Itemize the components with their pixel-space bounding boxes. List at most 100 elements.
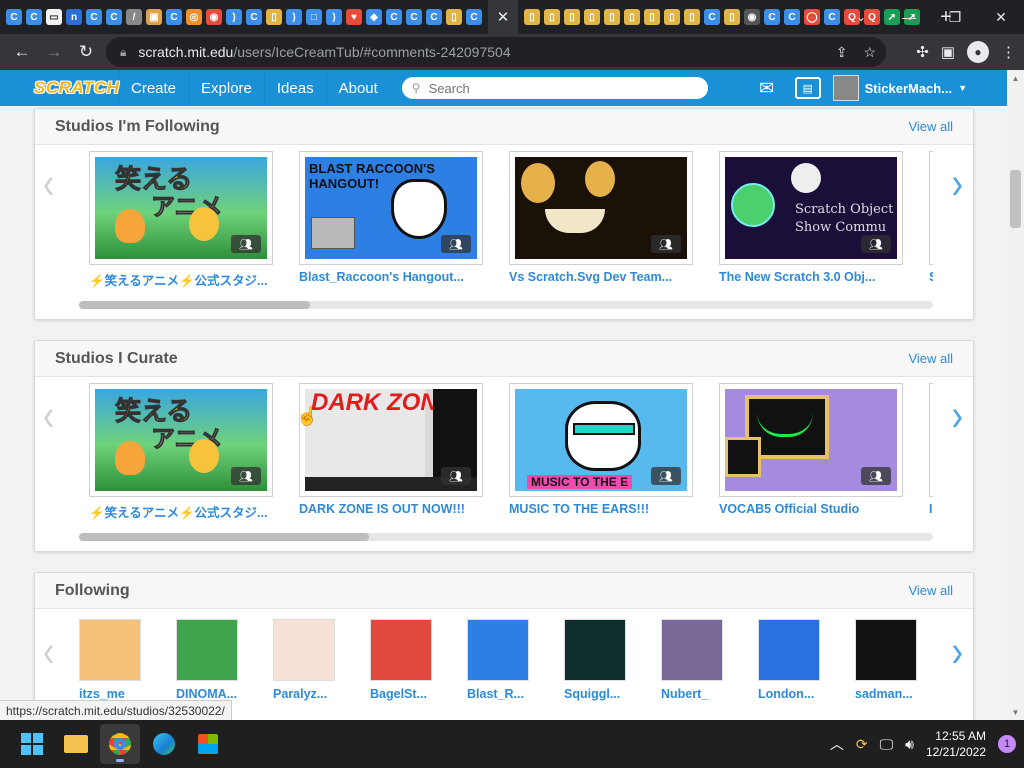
- account-username[interactable]: StickerMach...: [865, 81, 952, 96]
- tab-favicon-icon[interactable]: ▯: [604, 9, 620, 25]
- studio-thumbnail[interactable]: BLAST RACCOON'S HANGOUT! 👥︎: [305, 157, 477, 259]
- studio-card[interactable]: 笑える アニメ 👥︎ ⚡笑えるアニメ⚡公式スタジ...: [89, 151, 273, 289]
- tab-favicon-icon[interactable]: C: [406, 9, 422, 25]
- view-all-link[interactable]: View all: [908, 119, 953, 134]
- scratch-logo[interactable]: SCRATCH: [34, 75, 119, 101]
- followed-user[interactable]: Blast_R...: [467, 619, 547, 701]
- nav-explore[interactable]: Explore: [188, 70, 264, 106]
- studio-card[interactable]: 👥︎ VOCAB5 Official Studio: [719, 383, 903, 516]
- tab-favicon-icon[interactable]: ◎: [186, 9, 202, 25]
- user-avatar[interactable]: [855, 619, 917, 681]
- chrome-taskbar-icon[interactable]: [100, 724, 140, 764]
- tab-favicon-icon[interactable]: C: [6, 9, 22, 25]
- user-avatar[interactable]: [564, 619, 626, 681]
- network-icon[interactable]: 🖵︎: [880, 736, 894, 753]
- tab-favicon-icon[interactable]: ♥: [346, 9, 362, 25]
- extensions-puzzle-icon[interactable]: ✣: [916, 43, 929, 61]
- tab-favicon-icon[interactable]: ▯: [644, 9, 660, 25]
- followed-user[interactable]: itzs_me: [79, 619, 159, 701]
- edge-taskbar-icon[interactable]: [144, 724, 184, 764]
- followed-user[interactable]: Nubert_: [661, 619, 741, 701]
- user-avatar[interactable]: [176, 619, 238, 681]
- carousel-prev-arrow-icon[interactable]: ‹: [43, 159, 54, 210]
- carousel-next-arrow-icon[interactable]: ›: [952, 391, 963, 442]
- followed-user[interactable]: BagelSt...: [370, 619, 450, 701]
- tab-favicon-icon[interactable]: C: [824, 9, 840, 25]
- studio-title[interactable]: DARK ZONE IS OUT NOW!!!: [299, 502, 499, 516]
- studio-card-partial[interactable]: [929, 383, 933, 497]
- active-tab[interactable]: ✕: [488, 0, 518, 34]
- tab-favicon-icon[interactable]: □: [306, 9, 322, 25]
- studio-thumbnail[interactable]: MUSIC TO THE E 👥︎: [515, 389, 687, 491]
- clock[interactable]: 12:55 AM 12/21/2022: [926, 728, 986, 760]
- user-avatar[interactable]: [758, 619, 820, 681]
- file-explorer-icon[interactable]: [56, 724, 96, 764]
- sync-icon[interactable]: ⟳: [856, 736, 868, 753]
- user-name[interactable]: sadman...: [855, 687, 935, 701]
- studio-thumbnail[interactable]: 笑える アニメ 👥︎: [95, 157, 267, 259]
- chrome-menu-icon[interactable]: ⋮: [1001, 43, 1016, 61]
- back-arrow-icon[interactable]: ←: [6, 36, 38, 68]
- carousel-prev-arrow-icon[interactable]: ‹: [43, 391, 54, 442]
- studio-card[interactable]: Scratch Object Show Commu 👥︎ The New Scra…: [719, 151, 903, 284]
- tab-favicon-icon[interactable]: ▯: [724, 9, 740, 25]
- scroll-up-arrow-icon[interactable]: ▲: [1007, 70, 1024, 86]
- tab-favicon-icon[interactable]: C: [426, 9, 442, 25]
- studio-thumbnail[interactable]: 👥︎: [515, 157, 687, 259]
- tab-favicon-icon[interactable]: ▯: [266, 9, 282, 25]
- start-button[interactable]: [12, 724, 52, 764]
- user-avatar[interactable]: [370, 619, 432, 681]
- tab-favicon-icon[interactable]: n: [66, 9, 82, 25]
- tab-favicon-icon[interactable]: ): [226, 9, 242, 25]
- user-name[interactable]: Paralyz...: [273, 687, 353, 701]
- user-name[interactable]: BagelSt...: [370, 687, 450, 701]
- user-name[interactable]: DINOMA...: [176, 687, 256, 701]
- carousel-scrollbar[interactable]: [79, 301, 933, 309]
- bookmark-star-icon[interactable]: ☆: [863, 44, 876, 61]
- tab-favicon-icon[interactable]: C: [106, 9, 122, 25]
- studio-title-partial[interactable]: I: [929, 502, 932, 516]
- followed-user[interactable]: London...: [758, 619, 838, 701]
- my-stuff-folder-icon[interactable]: ▤: [794, 77, 821, 99]
- studio-thumbnail[interactable]: DARK ZONE 👥︎: [305, 389, 477, 491]
- chevron-down-icon[interactable]: ▼: [958, 83, 967, 93]
- tab-favicon-icon[interactable]: C: [26, 9, 42, 25]
- tab-favicon-icon[interactable]: ◉: [206, 9, 222, 25]
- tab-favicon-icon[interactable]: ▯: [564, 9, 580, 25]
- studio-thumbnail[interactable]: Scratch Object Show Commu 👥︎: [725, 157, 897, 259]
- studio-title[interactable]: MUSIC TO THE EARS!!!: [509, 502, 709, 516]
- followed-user[interactable]: Paralyz...: [273, 619, 353, 701]
- search-input[interactable]: [428, 80, 689, 96]
- tab-favicon-icon[interactable]: ▯: [544, 9, 560, 25]
- tab-favicon-icon[interactable]: ▯: [624, 9, 640, 25]
- close-tab-icon[interactable]: ✕: [497, 8, 510, 26]
- user-avatar[interactable]: [661, 619, 723, 681]
- nav-about[interactable]: About: [325, 70, 390, 106]
- studio-card-partial[interactable]: [929, 151, 933, 265]
- studio-title[interactable]: Blast_Raccoon's Hangout...: [299, 270, 499, 284]
- reload-icon[interactable]: ↻: [70, 36, 102, 68]
- followed-user[interactable]: sadman...: [855, 619, 935, 701]
- tab-favicon-icon[interactable]: C: [466, 9, 482, 25]
- studio-title-partial[interactable]: S: [929, 270, 933, 284]
- tab-favicon-icon[interactable]: ): [326, 9, 342, 25]
- volume-icon[interactable]: 🔊︎: [905, 736, 914, 753]
- followed-user[interactable]: DINOMA...: [176, 619, 256, 701]
- store-taskbar-icon[interactable]: [188, 724, 228, 764]
- tab-favicon-icon[interactable]: ): [286, 9, 302, 25]
- tab-search-icon[interactable]: ⌄: [846, 0, 876, 34]
- profile-avatar-icon[interactable]: ●: [967, 41, 989, 63]
- user-name[interactable]: Squiggl...: [564, 687, 644, 701]
- address-bar[interactable]: 🔒︎ scratch.mit.edu/users/IceCreamTub/#co…: [106, 37, 886, 67]
- tab-favicon-icon[interactable]: C: [784, 9, 800, 25]
- studio-thumbnail[interactable]: 👥︎: [725, 389, 897, 491]
- tab-favicon-icon[interactable]: ▯: [446, 9, 462, 25]
- share-icon[interactable]: ⇪: [836, 44, 848, 61]
- tab-favicon-icon[interactable]: /: [126, 9, 142, 25]
- user-avatar[interactable]: [467, 619, 529, 681]
- studio-card[interactable]: 👥︎ Vs Scratch.Svg Dev Team...: [509, 151, 693, 284]
- carousel-scroll-thumb[interactable]: [79, 533, 370, 541]
- tab-favicon-icon[interactable]: ▣: [146, 9, 162, 25]
- page-scroll-thumb[interactable]: [1010, 170, 1021, 228]
- carousel-next-arrow-icon[interactable]: ›: [952, 159, 963, 210]
